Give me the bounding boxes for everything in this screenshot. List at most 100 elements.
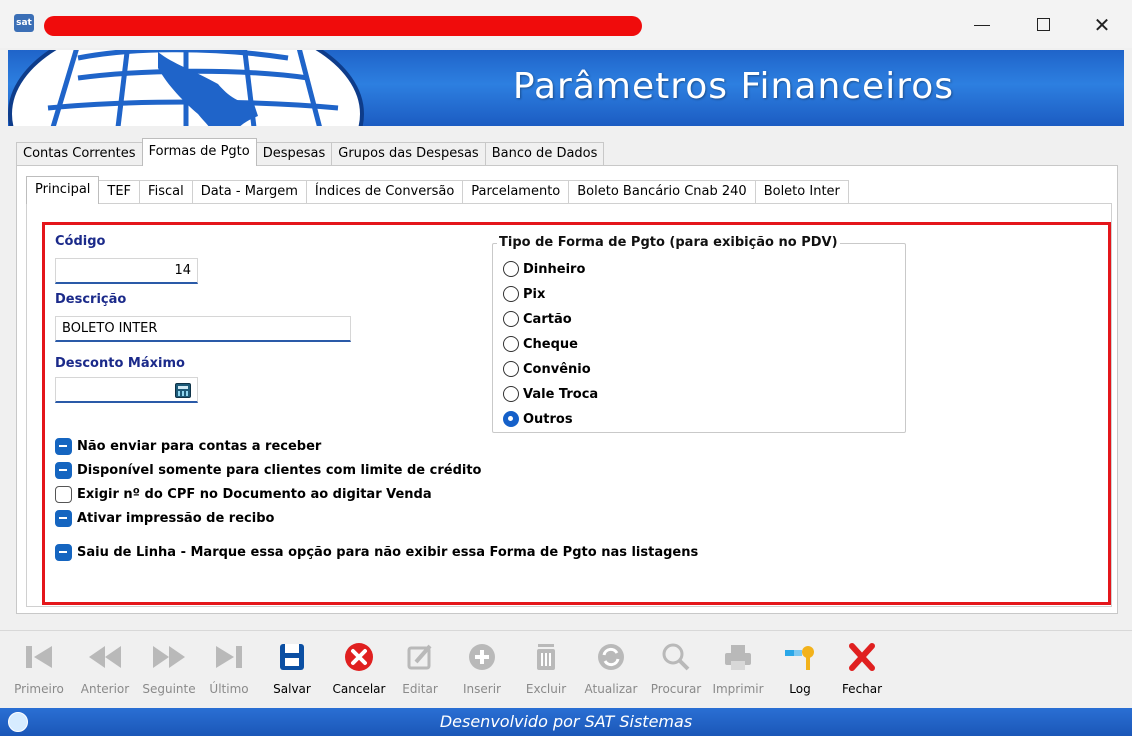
radio-label: Pix xyxy=(523,286,546,302)
edit-icon xyxy=(407,644,432,670)
radio-circle-icon[interactable] xyxy=(503,311,519,327)
seguinte-button[interactable]: Seguinte xyxy=(138,636,200,706)
log-button[interactable]: Log xyxy=(780,636,820,706)
calculator-icon[interactable] xyxy=(175,383,191,398)
highlighted-form-area: Código 14 Descrição BOLETO INTER Descont… xyxy=(42,222,1111,605)
refresh-icon xyxy=(598,644,624,670)
maximize-button[interactable] xyxy=(1024,12,1064,38)
radio-dinheiro[interactable]: Dinheiro xyxy=(503,259,585,279)
descricao-field[interactable]: BOLETO INTER xyxy=(55,316,351,342)
atualizar-button[interactable]: Atualizar xyxy=(578,636,644,706)
ultimo-button[interactable]: Último xyxy=(202,636,256,706)
anterior-label: Anterior xyxy=(80,682,130,696)
checkbox-indeterminate-icon[interactable] xyxy=(55,461,72,479)
tipo-forma-pgto-group: Tipo de Forma de Pgto (para exibição no … xyxy=(492,235,906,433)
radio-convenio[interactable]: Convênio xyxy=(503,359,591,379)
checkbox-saiu-de-linha[interactable]: Saiu de Linha - Marque essa opção para n… xyxy=(55,542,698,562)
editar-label: Editar xyxy=(402,682,438,696)
header-banner: Parâmetros Financeiros xyxy=(8,50,1124,126)
checkbox-label: Não enviar para contas a receber xyxy=(77,438,322,454)
subtab-fiscal[interactable]: Fiscal xyxy=(139,180,193,204)
tab-contas-correntes[interactable]: Contas Correntes xyxy=(16,142,143,166)
radio-cartao[interactable]: Cartão xyxy=(503,309,572,329)
tab-despesas[interactable]: Despesas xyxy=(255,142,333,166)
last-icon xyxy=(216,646,242,668)
radio-outros[interactable]: Outros xyxy=(503,409,573,429)
radio-circle-icon[interactable] xyxy=(503,286,519,302)
print-icon xyxy=(725,645,751,670)
checkbox-indeterminate-icon[interactable] xyxy=(55,509,72,527)
salvar-button[interactable]: Salvar xyxy=(266,636,318,706)
inserir-label: Inserir xyxy=(463,682,501,696)
subtab-parcelamento[interactable]: Parcelamento xyxy=(462,180,570,204)
redacted-window-title xyxy=(44,16,642,36)
radio-circle-icon[interactable] xyxy=(503,361,519,377)
next-icon xyxy=(153,646,185,668)
excluir-button[interactable]: Excluir xyxy=(520,636,572,706)
first-icon xyxy=(26,646,52,668)
save-icon xyxy=(280,644,304,670)
checkbox-label: Saiu de Linha - Marque essa opção para n… xyxy=(77,544,699,560)
checkbox-nao-enviar-contas-receber[interactable]: Não enviar para contas a receber xyxy=(55,436,321,456)
ultimo-label: Último xyxy=(209,682,249,696)
subtab-principal[interactable]: Principal xyxy=(26,176,100,204)
checkbox-exigir-cpf[interactable]: Exigir nº do CPF no Documento ao digitar… xyxy=(55,484,432,504)
page-title: Parâmetros Financeiros xyxy=(512,66,954,107)
subtab-data-margem[interactable]: Data - Margem xyxy=(191,180,307,204)
imprimir-label: Imprimir xyxy=(712,682,764,696)
sub-tabs: Principal TEF Fiscal Data - Margem Índic… xyxy=(26,176,849,204)
tipo-forma-pgto-title: Tipo de Forma de Pgto (para exibição no … xyxy=(497,235,840,250)
primeiro-label: Primeiro xyxy=(14,682,64,696)
minimize-button[interactable] xyxy=(962,12,1002,38)
delete-icon xyxy=(537,644,555,670)
toolbar: Primeiro Anterior Seguinte Último Salvar… xyxy=(0,632,1132,708)
desconto-maximo-field[interactable] xyxy=(55,377,198,403)
checkbox-empty-icon[interactable] xyxy=(55,485,72,503)
radio-circle-icon[interactable] xyxy=(503,386,519,402)
checkbox-label: Exigir nº do CPF no Documento ao digitar… xyxy=(77,486,432,502)
cancelar-label: Cancelar xyxy=(332,682,386,696)
tab-grupos-das-despesas[interactable]: Grupos das Despesas xyxy=(331,142,486,166)
desconto-maximo-label: Desconto Máximo xyxy=(55,356,185,371)
atualizar-label: Atualizar xyxy=(584,682,638,696)
checkbox-label: Ativar impressão de recibo xyxy=(77,510,275,526)
checkbox-indeterminate-icon[interactable] xyxy=(55,437,72,455)
codigo-field[interactable]: 14 xyxy=(55,258,198,284)
checkbox-ativar-impressao-recibo[interactable]: Ativar impressão de recibo xyxy=(55,508,274,528)
anterior-button[interactable]: Anterior xyxy=(74,636,136,706)
radio-circle-icon[interactable] xyxy=(503,336,519,352)
radio-label: Convênio xyxy=(523,361,591,377)
checkbox-label: Disponível somente para clientes com lim… xyxy=(77,462,482,478)
tab-formas-de-pgto[interactable]: Formas de Pgto xyxy=(141,138,257,166)
checkbox-indeterminate-icon[interactable] xyxy=(55,543,72,561)
main-tabs: Contas Correntes Formas de Pgto Despesas… xyxy=(16,138,605,166)
radio-circle-icon[interactable] xyxy=(503,261,519,277)
seguinte-label: Seguinte xyxy=(142,682,196,696)
imprimir-button[interactable]: Imprimir xyxy=(708,636,768,706)
fechar-label: Fechar xyxy=(841,682,883,696)
toolbar-separator xyxy=(0,630,1132,631)
search-icon xyxy=(662,643,690,671)
excluir-label: Excluir xyxy=(525,682,567,696)
subtab-indices-de-conversao[interactable]: Índices de Conversão xyxy=(305,180,464,204)
subtab-tef[interactable]: TEF xyxy=(98,180,141,204)
subtab-boleto-bancario-cnab-240[interactable]: Boleto Bancário Cnab 240 xyxy=(568,180,756,204)
cancelar-button[interactable]: Cancelar xyxy=(326,636,392,706)
radio-cheque[interactable]: Cheque xyxy=(503,334,578,354)
radio-label: Cartão xyxy=(523,311,572,327)
close-window-button[interactable]: ✕ xyxy=(1082,12,1122,38)
editar-button[interactable]: Editar xyxy=(396,636,444,706)
radio-pix[interactable]: Pix xyxy=(503,284,545,304)
checkbox-somente-clientes-limite-credito[interactable]: Disponível somente para clientes com lim… xyxy=(55,460,482,480)
log-label: Log xyxy=(789,682,811,696)
radio-vale-troca[interactable]: Vale Troca xyxy=(503,384,598,404)
fechar-button[interactable]: Fechar xyxy=(832,636,892,706)
procurar-button[interactable]: Procurar xyxy=(644,636,708,706)
tab-banco-de-dados[interactable]: Banco de Dados xyxy=(484,142,605,166)
radio-label: Cheque xyxy=(523,336,578,352)
radio-label: Vale Troca xyxy=(523,386,599,402)
inserir-button[interactable]: Inserir xyxy=(456,636,508,706)
primeiro-button[interactable]: Primeiro xyxy=(8,636,70,706)
subtab-boleto-inter[interactable]: Boleto Inter xyxy=(754,180,849,204)
radio-checked-icon[interactable] xyxy=(503,411,519,427)
